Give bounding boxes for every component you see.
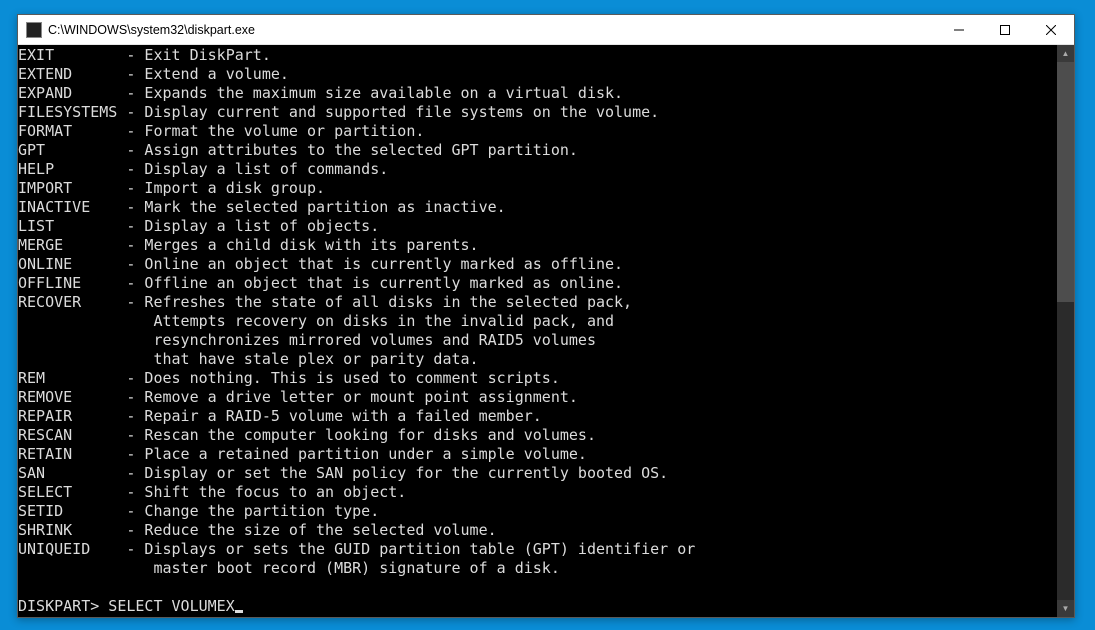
help-line: UNIQUEID - Displays or sets the GUID par… bbox=[18, 540, 1057, 559]
titlebar[interactable]: C:\WINDOWS\system32\diskpart.exe bbox=[18, 15, 1074, 45]
help-line: HELP - Display a list of commands. bbox=[18, 160, 1057, 179]
close-icon bbox=[1046, 25, 1056, 35]
help-line: master boot record (MBR) signature of a … bbox=[18, 559, 1057, 578]
help-line: SAN - Display or set the SAN policy for … bbox=[18, 464, 1057, 483]
window-controls bbox=[936, 15, 1074, 44]
close-button[interactable] bbox=[1028, 15, 1074, 44]
help-line: GPT - Assign attributes to the selected … bbox=[18, 141, 1057, 160]
help-line: FORMAT - Format the volume or partition. bbox=[18, 122, 1057, 141]
help-line: ONLINE - Online an object that is curren… bbox=[18, 255, 1057, 274]
scroll-up-button[interactable]: ▲ bbox=[1057, 45, 1074, 62]
help-line: that have stale plex or parity data. bbox=[18, 350, 1057, 369]
help-line: SELECT - Shift the focus to an object. bbox=[18, 483, 1057, 502]
help-line: EXTEND - Extend a volume. bbox=[18, 65, 1057, 84]
scroll-down-button[interactable]: ▼ bbox=[1057, 600, 1074, 617]
app-icon bbox=[26, 22, 42, 38]
help-line: RESCAN - Rescan the computer looking for… bbox=[18, 426, 1057, 445]
prompt-line[interactable]: DISKPART> SELECT VOLUMEX bbox=[18, 597, 1057, 616]
help-line: OFFLINE - Offline an object that is curr… bbox=[18, 274, 1057, 293]
window-title: C:\WINDOWS\system32\diskpart.exe bbox=[48, 23, 936, 37]
help-line: IMPORT - Import a disk group. bbox=[18, 179, 1057, 198]
vertical-scrollbar[interactable]: ▲ ▼ bbox=[1057, 45, 1074, 617]
help-line: INACTIVE - Mark the selected partition a… bbox=[18, 198, 1057, 217]
console-window: C:\WINDOWS\system32\diskpart.exe EXIT - … bbox=[17, 14, 1075, 618]
help-line: SHRINK - Reduce the size of the selected… bbox=[18, 521, 1057, 540]
help-line: EXIT - Exit DiskPart. bbox=[18, 46, 1057, 65]
help-line: RETAIN - Place a retained partition unde… bbox=[18, 445, 1057, 464]
help-line: resynchronizes mirrored volumes and RAID… bbox=[18, 331, 1057, 350]
help-line: Attempts recovery on disks in the invali… bbox=[18, 312, 1057, 331]
console-output[interactable]: EXIT - Exit DiskPart.EXTEND - Extend a v… bbox=[18, 45, 1057, 617]
help-line: SETID - Change the partition type. bbox=[18, 502, 1057, 521]
help-line: FILESYSTEMS - Display current and suppor… bbox=[18, 103, 1057, 122]
console-viewport: EXIT - Exit DiskPart.EXTEND - Extend a v… bbox=[18, 45, 1074, 617]
maximize-icon bbox=[1000, 25, 1010, 35]
maximize-button[interactable] bbox=[982, 15, 1028, 44]
help-line: EXPAND - Expands the maximum size availa… bbox=[18, 84, 1057, 103]
minimize-icon bbox=[954, 25, 964, 35]
help-line: REPAIR - Repair a RAID-5 volume with a f… bbox=[18, 407, 1057, 426]
help-line: REM - Does nothing. This is used to comm… bbox=[18, 369, 1057, 388]
help-line: MERGE - Merges a child disk with its par… bbox=[18, 236, 1057, 255]
help-line: RECOVER - Refreshes the state of all dis… bbox=[18, 293, 1057, 312]
scroll-thumb[interactable] bbox=[1057, 62, 1074, 302]
help-line: LIST - Display a list of objects. bbox=[18, 217, 1057, 236]
help-line: REMOVE - Remove a drive letter or mount … bbox=[18, 388, 1057, 407]
text-cursor bbox=[235, 610, 243, 613]
minimize-button[interactable] bbox=[936, 15, 982, 44]
